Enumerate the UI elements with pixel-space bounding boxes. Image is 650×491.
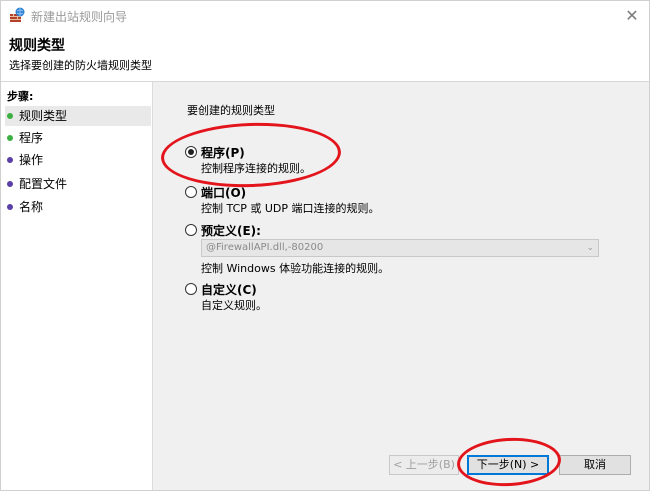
radio-port[interactable] [185,186,197,198]
page-title: 规则类型 [9,38,65,54]
radio-program[interactable] [185,146,197,158]
step-label: 规则类型 [19,109,68,123]
window-title: 新建出站规则向导 [31,10,128,24]
step-label: 配置文件 [19,177,68,191]
wizard-window: 新建出站规则向导 ✕ 规则类型 选择要创建的防火墙规则类型 步骤: 规则类型 程… [0,0,650,491]
page-subtitle: 选择要创建的防火墙规则类型 [9,59,152,72]
option-program-label[interactable]: 程序(P) [201,144,245,161]
next-button[interactable]: 下一步(N) > [467,455,549,475]
option-predefined-desc: 控制 Windows 体验功能连接的规则。 [201,262,390,275]
close-icon: ✕ [625,5,639,25]
step-status-dot-icon [7,204,13,210]
radio-predefined[interactable] [185,224,197,236]
chevron-down-icon: ⌄ [586,243,594,253]
step-status-dot-icon [7,181,13,187]
main-pane: 要创建的规则类型 程序(P) 控制程序连接的规则。 端口(O) 控制 TCP 或… [153,82,649,490]
cancel-button[interactable]: 取消 [559,455,631,475]
close-button[interactable]: ✕ [615,1,649,29]
steps-label: 步骤: [7,90,34,103]
step-status-dot-icon [7,135,13,141]
predefined-select[interactable]: @FirewallAPI.dll,-80200 ⌄ [201,239,599,257]
option-program-desc: 控制程序连接的规则。 [201,162,311,175]
rule-type-question: 要创建的规则类型 [187,104,275,117]
option-port-desc: 控制 TCP 或 UDP 端口连接的规则。 [201,202,380,215]
option-custom-desc: 自定义规则。 [201,299,267,312]
steps-pane: 步骤: 规则类型 程序 操作 配置文件 名称 [1,82,153,490]
step-rule-type[interactable]: 规则类型 [5,106,151,126]
predefined-select-value: @FirewallAPI.dll,-80200 [206,242,324,253]
radio-custom[interactable] [185,283,197,295]
step-label: 程序 [19,131,44,145]
step-label: 操作 [19,153,44,167]
step-profile[interactable]: 配置文件 [5,174,151,194]
step-status-dot-icon [7,113,13,119]
step-action[interactable]: 操作 [5,150,151,170]
option-predefined-label[interactable]: 预定义(E): [201,222,261,239]
step-label: 名称 [19,200,44,214]
wizard-header: 规则类型 选择要创建的防火墙规则类型 [1,29,649,82]
title-bar: 新建出站规则向导 ✕ [1,1,649,29]
firewall-app-icon [10,7,25,22]
step-status-dot-icon [7,157,13,163]
option-port-label[interactable]: 端口(O) [201,184,246,201]
back-button[interactable]: < 上一步(B) [389,455,459,475]
step-name[interactable]: 名称 [5,197,151,217]
option-custom-label[interactable]: 自定义(C) [201,281,257,298]
step-program[interactable]: 程序 [5,128,151,148]
